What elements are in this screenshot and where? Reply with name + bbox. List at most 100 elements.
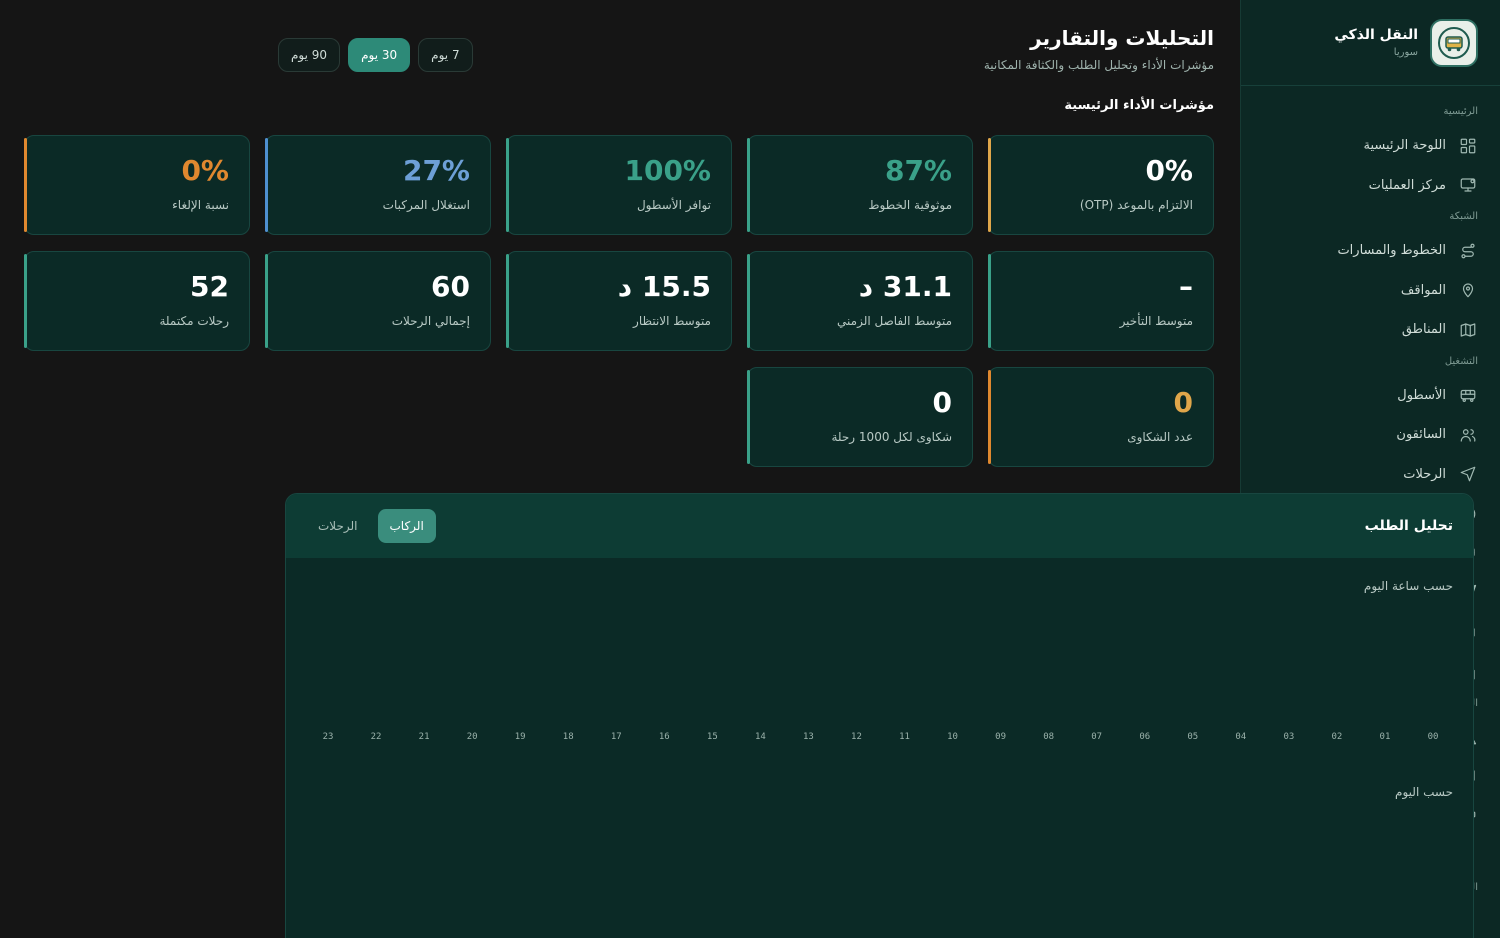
hour-tick-label: 16 bbox=[658, 732, 670, 742]
demand-title: تحليل الطلب bbox=[1364, 518, 1453, 534]
hour-tick-label: 06 bbox=[1139, 732, 1151, 742]
bus-icon bbox=[1458, 385, 1478, 405]
grid-icon bbox=[1458, 136, 1478, 156]
hour-tick-label: 23 bbox=[322, 732, 334, 742]
kpi-card[interactable]: 100% توافر الأسطول bbox=[506, 135, 732, 235]
kpi-card[interactable]: 31.1 د متوسط الفاصل الزمني bbox=[747, 251, 973, 351]
sidebar-item[interactable]: الرحلات bbox=[1241, 455, 1500, 495]
page-subtitle: مؤشرات الأداء وتحليل الطلب والكثافة المك… bbox=[983, 58, 1214, 72]
sidebar-item[interactable]: الأسطول bbox=[1241, 376, 1500, 416]
kpi-value: 60 bbox=[431, 270, 470, 303]
kpi-value: 0% bbox=[1145, 154, 1193, 187]
demand-tab[interactable]: الرحلات bbox=[306, 509, 370, 543]
sidebar-item-label: الخطوط والمسارات bbox=[1337, 243, 1446, 259]
demand-tab[interactable]: الركاب bbox=[377, 509, 436, 543]
by-hour-label: حسب ساعة اليوم bbox=[1363, 579, 1453, 593]
sidebar-item-label: الرحلات bbox=[1403, 466, 1446, 482]
kpi-grid: 0% الالتزام بالموعد (OTP) 87% موثوقية الخطو… bbox=[24, 124, 1214, 467]
hour-tick-label: 01 bbox=[1379, 732, 1391, 742]
sidebar-item[interactable]: الخطوط والمسارات bbox=[1241, 231, 1500, 271]
kpi-label: رحلات مكتملة bbox=[159, 314, 229, 328]
kpi-card[interactable]: 15.5 د متوسط الانتظار bbox=[506, 251, 732, 351]
hour-tick-label: 03 bbox=[1283, 732, 1295, 742]
kpi-label: نسبة الإلغاء bbox=[172, 198, 229, 212]
kpi-value: 0% bbox=[181, 154, 229, 187]
kpi-value: – bbox=[1179, 270, 1193, 303]
hour-tick-label: 13 bbox=[803, 732, 814, 742]
sidebar-item[interactable]: المناطق bbox=[1241, 310, 1500, 350]
kpi-section-title: مؤشرات الأداء الرئيسية bbox=[1064, 98, 1214, 113]
range-tab[interactable]: 7 يوم bbox=[418, 38, 473, 72]
kpi-card[interactable]: 0% نسبة الإلغاء bbox=[24, 135, 250, 235]
hour-tick-label: 14 bbox=[754, 732, 766, 742]
kpi-card[interactable]: 60 إجمالي الرحلات bbox=[265, 251, 491, 351]
kpi-label: شكاوى لكل 1000 رحلة bbox=[831, 430, 952, 444]
kpi-label: موثوقية الخطوط bbox=[868, 198, 952, 212]
demand-header: تحليل الطلب الركاب الرحلات bbox=[286, 494, 1473, 558]
kpi-card[interactable]: 87% موثوقية الخطوط bbox=[747, 135, 973, 235]
hour-tick-label: 07 bbox=[1091, 732, 1103, 742]
kpi-value: 100% bbox=[624, 154, 711, 187]
kpi-card[interactable]: 27% استغلال المركبات bbox=[265, 135, 491, 235]
monitor-icon bbox=[1458, 175, 1478, 195]
hour-tick-label: 15 bbox=[706, 732, 718, 742]
sidebar-item[interactable]: اللوحة الرئيسية bbox=[1241, 126, 1500, 166]
hour-tick-label: 18 bbox=[562, 732, 574, 742]
sidebar-item-label: الأسطول bbox=[1397, 387, 1446, 403]
hour-tick-label: 22 bbox=[370, 732, 382, 742]
date-range-tabs: 7 يوم 30 يوم 90 يوم bbox=[278, 38, 473, 72]
range-tab[interactable]: 90 يوم bbox=[278, 38, 341, 72]
hour-tick-label: 12 bbox=[851, 732, 862, 742]
sidebar-item-label: المواقف bbox=[1400, 282, 1446, 298]
hour-tick-label: 09 bbox=[995, 732, 1007, 742]
kpi-card[interactable]: 0 شكاوى لكل 1000 رحلة bbox=[747, 367, 973, 467]
range-tab[interactable]: 30 يوم bbox=[348, 38, 411, 72]
hour-tick-label: 02 bbox=[1331, 732, 1343, 742]
kpi-value: 0 bbox=[1173, 386, 1193, 419]
sidebar-section-title: الرئيسية bbox=[1443, 106, 1478, 117]
hour-tick-label: 11 bbox=[899, 732, 910, 742]
kpi-label: متوسط التأخير bbox=[1119, 314, 1193, 328]
hour-tick-label: 00 bbox=[1427, 732, 1439, 742]
sidebar-item-label: السائقون bbox=[1396, 427, 1446, 443]
hour-tick-label: 10 bbox=[947, 732, 958, 742]
sidebar-item-label: المناطق bbox=[1401, 322, 1446, 338]
kpi-label: متوسط الانتظار bbox=[633, 314, 711, 328]
kpi-value: 15.5 د bbox=[617, 270, 711, 303]
kpi-card[interactable]: 0% الالتزام بالموعد (OTP) bbox=[988, 135, 1214, 235]
page-title: التحليلات والتقارير bbox=[1030, 26, 1214, 50]
kpi-label: إجمالي الرحلات bbox=[391, 314, 470, 328]
brand[interactable]: النقل الذكي سوريا bbox=[1241, 0, 1500, 86]
sidebar-item[interactable]: المواقف bbox=[1241, 271, 1500, 311]
hour-tick-label: 04 bbox=[1235, 732, 1247, 742]
kpi-value: 52 bbox=[190, 270, 229, 303]
kpi-card[interactable]: 0 عدد الشكاوى bbox=[988, 367, 1214, 467]
kpi-card[interactable]: 52 رحلات مكتملة bbox=[24, 251, 250, 351]
hour-tick-label: 20 bbox=[466, 732, 478, 742]
kpi-label: توافر الأسطول bbox=[636, 198, 711, 212]
demand-panel: تحليل الطلب الركاب الرحلات حسب ساعة اليوم… bbox=[285, 493, 1474, 938]
kpi-value: 87% bbox=[884, 154, 952, 187]
sidebar-item[interactable]: السائقون bbox=[1241, 415, 1500, 455]
kpi-label: استغلال المركبات bbox=[382, 198, 470, 212]
hour-tick-label: 17 bbox=[610, 732, 622, 742]
map-pin-icon bbox=[1458, 280, 1478, 300]
hour-tick-label: 05 bbox=[1187, 732, 1199, 742]
brand-title: النقل الذكي bbox=[1334, 27, 1418, 43]
kpi-value: 0 bbox=[932, 386, 952, 419]
kpi-label: متوسط الفاصل الزمني bbox=[837, 314, 952, 328]
kpi-card[interactable]: – متوسط التأخير bbox=[988, 251, 1214, 351]
demand-tabs: الركاب الرحلات bbox=[306, 509, 436, 543]
brand-subtitle: سوريا bbox=[1393, 47, 1418, 58]
logo-icon bbox=[1430, 18, 1478, 67]
by-day-label: حسب اليوم bbox=[1395, 785, 1453, 799]
users-icon bbox=[1458, 425, 1478, 445]
hour-tick-label: 21 bbox=[418, 732, 430, 742]
sidebar-section-title: التشغيل bbox=[1444, 355, 1478, 367]
sidebar-item[interactable]: مركز العمليات bbox=[1241, 166, 1500, 206]
sidebar-item-label: مركز العمليات bbox=[1368, 177, 1446, 193]
kpi-label: عدد الشكاوى bbox=[1127, 430, 1193, 444]
navigation-icon bbox=[1458, 464, 1478, 484]
map-icon bbox=[1458, 320, 1478, 340]
page-header: التحليلات والتقارير مؤشرات الأداء وتحليل… bbox=[26, 0, 1214, 100]
